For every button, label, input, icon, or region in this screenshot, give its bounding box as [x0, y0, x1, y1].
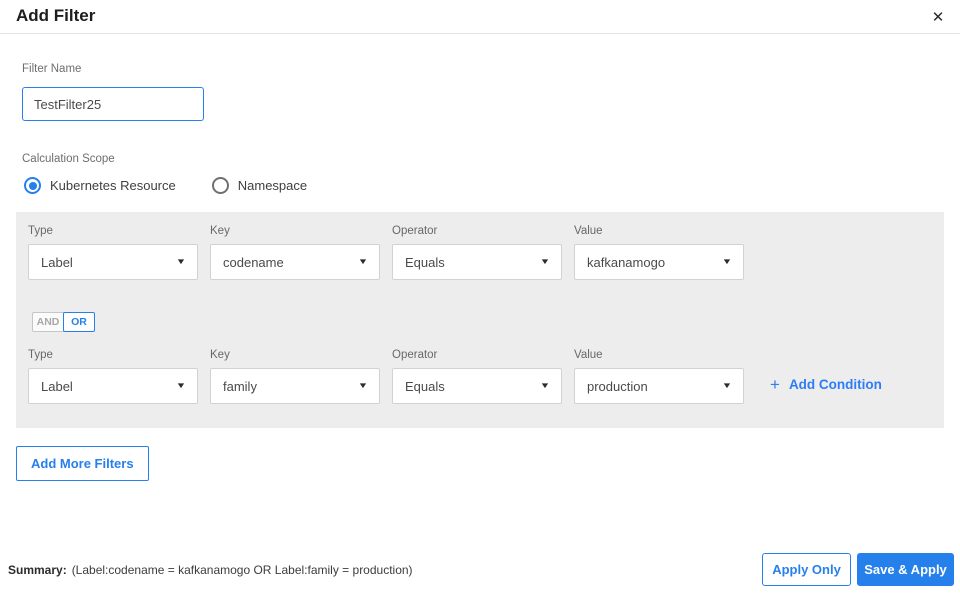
- type-dropdown[interactable]: Label ▼: [28, 368, 198, 404]
- dropdown-caret-icon: ▼: [539, 257, 551, 266]
- or-toggle-button[interactable]: OR: [63, 312, 95, 332]
- apply-only-button[interactable]: Apply Only: [762, 553, 851, 586]
- page-title: Add Filter: [16, 6, 96, 25]
- add-condition-button[interactable]: + Add Condition: [770, 376, 882, 393]
- radio-kubernetes-resource[interactable]: Kubernetes Resource: [24, 177, 176, 194]
- close-icon[interactable]: ✕: [926, 5, 950, 29]
- operator-column-label: Operator: [392, 225, 438, 237]
- dropdown-value: Label: [41, 254, 73, 270]
- dropdown-value: codename: [223, 254, 284, 270]
- radio-namespace[interactable]: Namespace: [211, 177, 308, 194]
- add-more-filters-button[interactable]: Add More Filters: [16, 446, 149, 481]
- type-column-label: Type: [28, 349, 53, 361]
- radio-label: Kubernetes Resource: [50, 178, 176, 193]
- radio-label: Namespace: [237, 178, 308, 193]
- value-dropdown[interactable]: production ▼: [574, 368, 744, 404]
- radio-unselected-icon: [211, 177, 229, 194]
- dropdown-caret-icon: ▼: [357, 257, 369, 266]
- dropdown-caret-icon: ▼: [721, 381, 733, 390]
- operator-dropdown[interactable]: Equals ▼: [392, 244, 562, 280]
- dropdown-value: family: [223, 378, 257, 394]
- filter-name-label: Filter Name: [22, 63, 82, 75]
- type-column-label: Type: [28, 225, 53, 237]
- save-and-apply-button[interactable]: Save & Apply: [857, 553, 954, 586]
- summary: Summary: (Label:codename = kafkanamogo OR…: [8, 563, 413, 577]
- logic-toggle: AND OR: [32, 312, 95, 332]
- radio-selected-icon: [24, 177, 41, 194]
- type-dropdown[interactable]: Label ▼: [28, 244, 198, 280]
- value-dropdown[interactable]: kafkanamogo ▼: [574, 244, 744, 280]
- dropdown-caret-icon: ▼: [175, 381, 187, 390]
- value-column-label: Value: [574, 349, 603, 361]
- key-dropdown[interactable]: family ▼: [210, 368, 380, 404]
- key-column-label: Key: [210, 225, 230, 237]
- dropdown-value: production: [587, 378, 648, 394]
- dropdown-caret-icon: ▼: [175, 257, 187, 266]
- dialog-header: Add Filter ✕: [0, 0, 960, 34]
- and-toggle-button[interactable]: AND: [32, 312, 64, 332]
- operator-dropdown[interactable]: Equals ▼: [392, 368, 562, 404]
- conditions-panel: Type Key Operator Value Label ▼ codename…: [16, 212, 944, 428]
- summary-label: Summary:: [8, 563, 67, 577]
- dropdown-caret-icon: ▼: [357, 381, 369, 390]
- dropdown-value: Equals: [405, 254, 445, 270]
- filter-name-input[interactable]: [22, 87, 204, 121]
- calculation-scope-label: Calculation Scope: [22, 153, 115, 165]
- key-dropdown[interactable]: codename ▼: [210, 244, 380, 280]
- key-column-label: Key: [210, 349, 230, 361]
- dropdown-value: Label: [41, 378, 73, 394]
- dropdown-caret-icon: ▼: [721, 257, 733, 266]
- dropdown-caret-icon: ▼: [539, 381, 551, 390]
- add-condition-label: Add Condition: [788, 377, 882, 392]
- summary-text: (Label:codename = kafkanamogo OR Label:f…: [71, 563, 413, 577]
- dropdown-value: kafkanamogo: [587, 254, 666, 270]
- operator-column-label: Operator: [392, 349, 438, 361]
- dropdown-value: Equals: [405, 378, 445, 394]
- plus-icon: +: [770, 375, 780, 394]
- calculation-scope-radios: Kubernetes Resource Namespace: [24, 177, 307, 194]
- add-filter-dialog: Add Filter ✕ Filter Name Calculation Sco…: [0, 0, 960, 595]
- value-column-label: Value: [574, 225, 603, 237]
